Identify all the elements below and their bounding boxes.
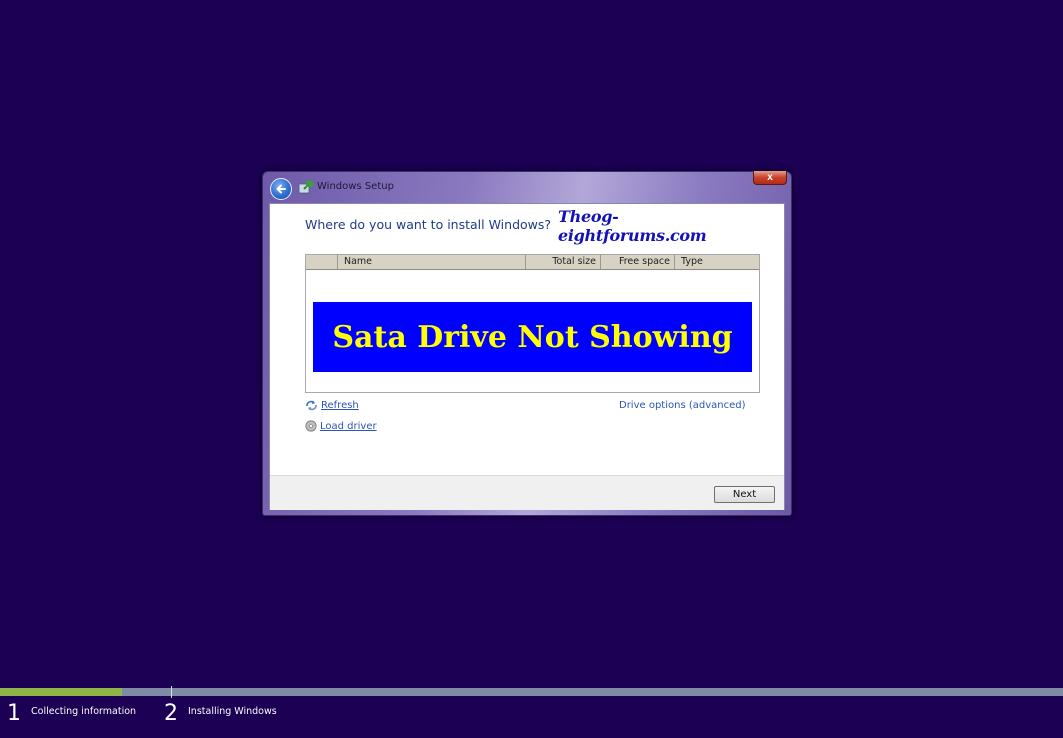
setup-progress-bar [0,688,1063,696]
title-bar: Windows Setup x [263,171,791,202]
step-installing-windows: 2 Installing Windows [164,700,277,728]
windows-setup-icon [298,180,313,194]
load-driver-link[interactable]: Load driver [305,420,377,432]
setup-footer: Next [270,475,784,510]
windows-setup-window: Windows Setup x Where do you want to ins… [262,171,792,516]
step-collecting-information: 1 Collecting information [7,700,136,728]
progress-step-divider [171,686,172,698]
overlay-banner: Sata Drive Not Showing [313,302,752,372]
refresh-link[interactable]: Refresh [305,400,359,411]
back-arrow-icon [276,184,286,194]
column-header-free-space[interactable]: Free space [600,255,674,269]
step-label: Installing Windows [188,706,277,717]
step-number: 1 [7,701,21,726]
page-heading: Where do you want to install Windows? [305,217,552,232]
column-header-name[interactable]: Name [337,255,525,269]
step-label: Collecting information [31,706,137,717]
load-driver-label: Load driver [320,420,377,432]
partition-list[interactable]: Name Total size Free space Type Sata Dri… [305,254,760,393]
column-header-type[interactable]: Type [674,255,759,269]
column-header-total-size[interactable]: Total size [525,255,600,269]
step-number: 2 [164,701,178,726]
back-button[interactable] [270,178,292,200]
drive-options-link[interactable]: Drive options (advanced) [619,400,746,411]
window-title: Windows Setup [317,181,394,192]
setup-progress-fill [0,688,123,696]
close-button[interactable]: x [753,171,787,185]
next-button[interactable]: Next [714,486,775,503]
setup-content: Where do you want to install Windows? Th… [269,203,785,510]
partition-list-header: Name Total size Free space Type [306,255,759,270]
refresh-label: Refresh [321,400,359,411]
watermark-text: Theog-eightforums.com [558,207,752,245]
disc-icon [305,420,317,432]
refresh-icon [306,400,317,411]
